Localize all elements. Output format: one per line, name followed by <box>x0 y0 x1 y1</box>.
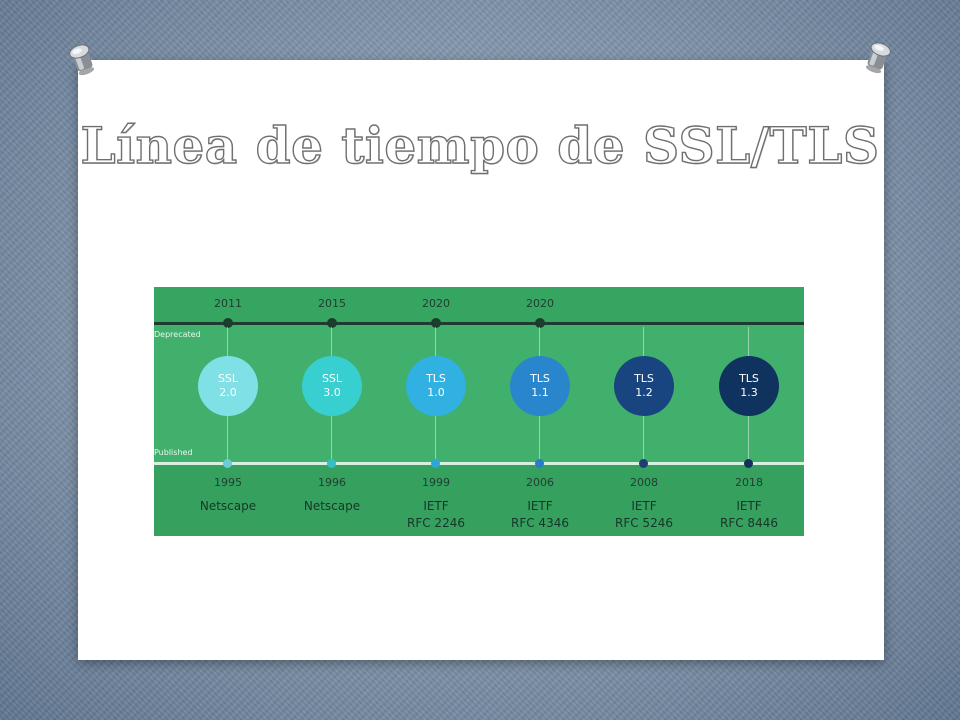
publisher: Netscape <box>176 498 280 515</box>
ssl-tls-timeline-graphic: Deprecated Published 2011 SSL 2.0 1995 Netsc… <box>154 287 804 536</box>
publisher: IETF RFC 2246 <box>384 498 488 532</box>
protocol-name: SSL <box>217 372 239 385</box>
rfc-number: RFC 4346 <box>511 516 569 530</box>
slide-title: Línea de tiempo de SSL/TLS <box>80 115 880 175</box>
rfc-number: RFC 2246 <box>407 516 465 530</box>
protocol-circle: SSL 3.0 <box>302 356 362 416</box>
timeline-entry: TLS 1.2 2008 IETF RFC 5246 <box>592 287 696 536</box>
published-marker <box>639 459 648 468</box>
publisher-name: IETF <box>736 499 762 513</box>
publisher: IETF RFC 8446 <box>697 498 801 532</box>
published-marker <box>535 459 544 468</box>
published-marker <box>744 459 753 468</box>
deprecated-year: 2020 <box>526 297 554 310</box>
published-year: 2018 <box>735 476 763 489</box>
publisher-name: Netscape <box>199 499 257 513</box>
deprecated-marker <box>327 318 337 328</box>
protocol-name: TLS <box>530 372 550 385</box>
protocol-version: 1.2 <box>635 386 653 399</box>
protocol-version: 3.0 <box>323 386 341 399</box>
timeline-entry: 2020 TLS 1.0 1999 IETF RFC 2246 <box>384 287 488 536</box>
published-year: 1995 <box>214 476 242 489</box>
publisher: Netscape <box>280 498 384 515</box>
timeline-entry: 2015 SSL 3.0 1996 Netscape <box>280 287 384 536</box>
timeline-entry: TLS 1.3 2018 IETF RFC 8446 <box>697 287 801 536</box>
protocol-circle: TLS 1.3 <box>719 356 779 416</box>
protocol-name: SSL <box>321 372 343 385</box>
rfc-number: RFC 8446 <box>720 516 778 530</box>
published-year: 2008 <box>630 476 658 489</box>
published-marker <box>223 459 232 468</box>
deprecated-year: 2015 <box>318 297 346 310</box>
timeline-entry: 2020 TLS 1.1 2006 IETF RFC 4346 <box>488 287 592 536</box>
published-year: 1999 <box>422 476 450 489</box>
publisher-name: IETF <box>423 499 449 513</box>
protocol-version: 1.0 <box>427 386 445 399</box>
publisher-name: IETF <box>631 499 657 513</box>
published-year: 1996 <box>318 476 346 489</box>
deprecated-marker <box>535 318 545 328</box>
deprecated-marker <box>431 318 441 328</box>
publisher-name: Netscape <box>303 499 361 513</box>
protocol-circle: SSL 2.0 <box>198 356 258 416</box>
published-marker <box>431 459 440 468</box>
protocol-name: TLS <box>634 372 654 385</box>
publisher: IETF RFC 4346 <box>488 498 592 532</box>
protocol-name: TLS <box>739 372 759 385</box>
protocol-name: TLS <box>426 372 446 385</box>
protocol-circle: TLS 1.2 <box>614 356 674 416</box>
rfc-number: RFC 5246 <box>615 516 673 530</box>
protocol-version: 1.1 <box>531 386 549 399</box>
protocol-circle: TLS 1.1 <box>510 356 570 416</box>
published-year: 2006 <box>526 476 554 489</box>
protocol-version: 1.3 <box>740 386 758 399</box>
publisher: IETF RFC 5246 <box>592 498 696 532</box>
publisher-name: IETF <box>527 499 553 513</box>
timeline-entry: 2011 SSL 2.0 1995 Netscape <box>176 287 280 536</box>
deprecated-marker <box>223 318 233 328</box>
deprecated-year: 2011 <box>214 297 242 310</box>
protocol-version: 2.0 <box>219 386 237 399</box>
published-marker <box>327 459 336 468</box>
deprecated-year: 2020 <box>422 297 450 310</box>
protocol-circle: TLS 1.0 <box>406 356 466 416</box>
